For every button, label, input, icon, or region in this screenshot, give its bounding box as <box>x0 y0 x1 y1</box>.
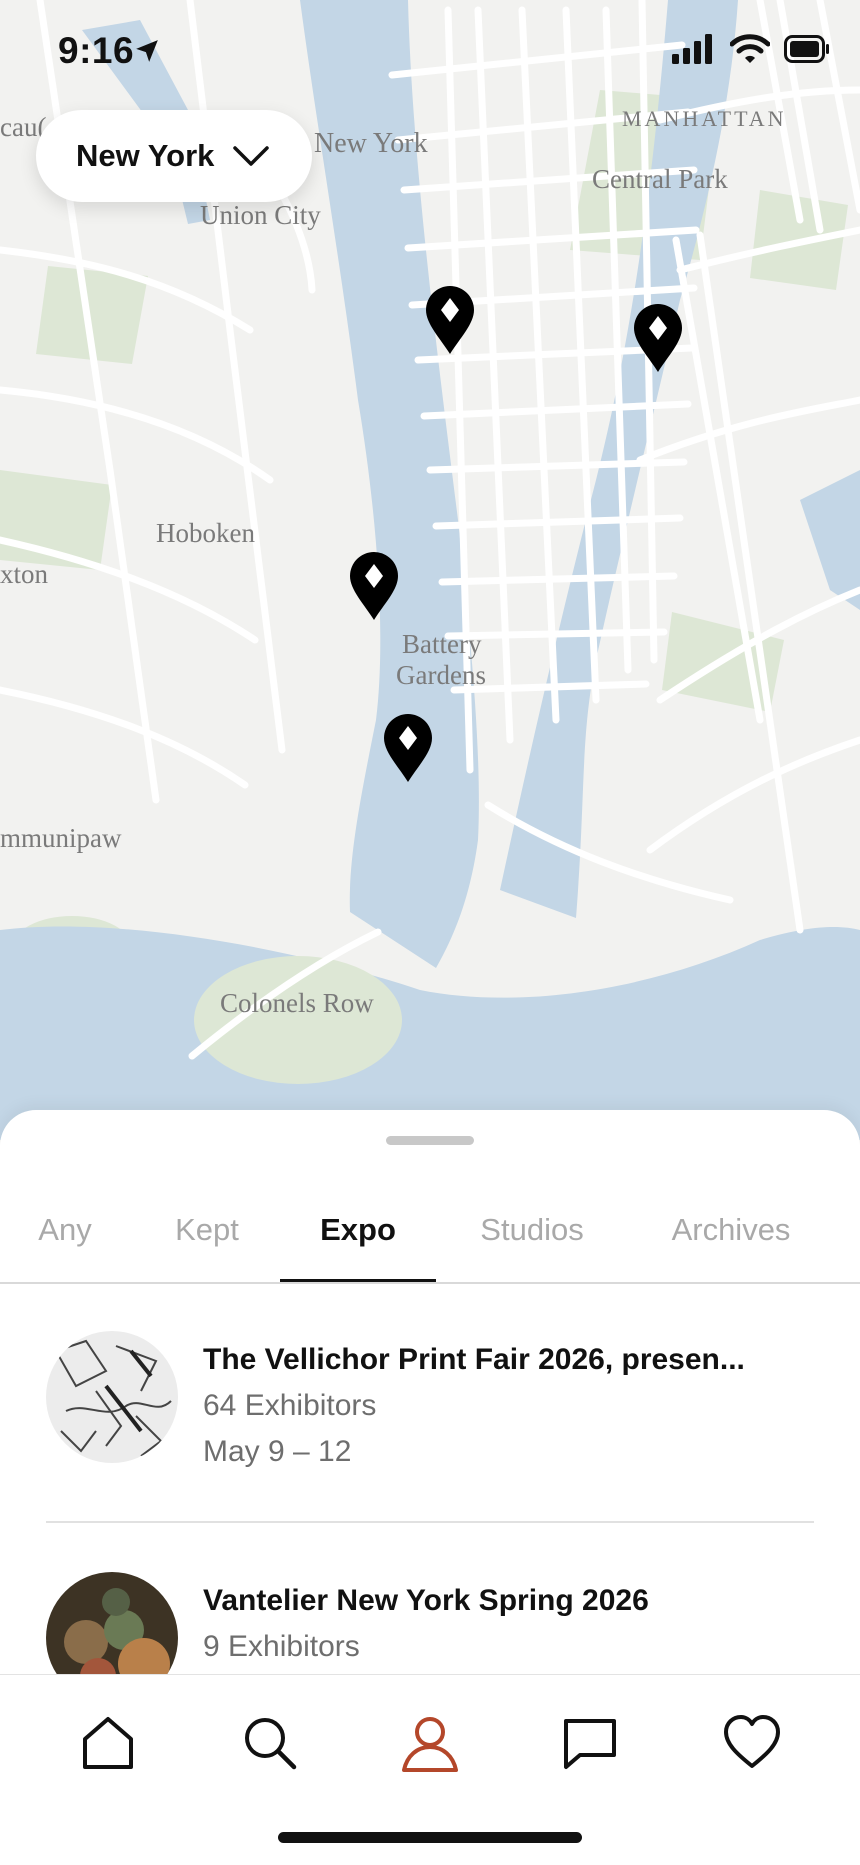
map-label-central-park: Central Park <box>592 164 728 194</box>
tab-any[interactable]: Any <box>36 1180 94 1280</box>
profile-icon <box>402 1717 458 1772</box>
list-divider <box>46 1521 814 1523</box>
tab-expo[interactable]: Expo <box>280 1180 436 1282</box>
nav-home[interactable] <box>68 1703 148 1783</box>
map-label-manhattan: MANHATTAN <box>622 106 787 131</box>
home-icon <box>83 1717 133 1769</box>
home-indicator <box>278 1832 582 1843</box>
city-selector[interactable]: New York <box>36 110 312 202</box>
wifi-icon <box>730 34 770 63</box>
list-item[interactable]: The Vellichor Print Fair 2026, presen...… <box>46 1331 836 1471</box>
status-icons <box>672 34 830 64</box>
listing-title: The Vellichor Print Fair 2026, presen... <box>203 1343 745 1376</box>
search-icon <box>245 1718 297 1770</box>
listing-exhibitors: 64 Exhibitors <box>203 1389 377 1422</box>
status-bar: 9:16 <box>0 0 860 104</box>
listing-dates: May 9 – 12 <box>203 1435 352 1468</box>
battery-icon <box>784 35 829 63</box>
map-label-battery: Battery <box>402 629 482 659</box>
nav-search[interactable] <box>230 1703 310 1783</box>
nav-profile[interactable] <box>390 1703 470 1783</box>
map-label-colonels-row: Colonels Row <box>220 988 374 1018</box>
nav-favorites[interactable] <box>712 1703 792 1783</box>
chevron-down-icon <box>233 146 270 166</box>
sheet-drag-handle[interactable] <box>386 1136 474 1145</box>
map-label-gardens: Gardens <box>396 660 486 690</box>
nav-messages[interactable] <box>550 1703 630 1783</box>
heart-icon <box>724 1715 780 1768</box>
listing-exhibitors: 9 Exhibitors <box>203 1630 360 1663</box>
location-arrow-icon <box>136 40 158 62</box>
map-label-munipaw: mmunipaw <box>0 823 122 853</box>
city-selector-label: New York <box>76 138 215 173</box>
map-label-new-york: New York <box>314 128 428 159</box>
listing-title: Vantelier New York Spring 2026 <box>203 1584 649 1617</box>
listing-thumbnail <box>46 1331 178 1463</box>
tab-studios[interactable]: Studios <box>474 1180 590 1280</box>
map-label-union-city: Union City <box>200 200 321 230</box>
tab-archives[interactable]: Archives <box>666 1180 796 1280</box>
category-tabs: Any Kept Expo Studios Archives <box>0 1180 860 1284</box>
map-label-paxton: xton <box>0 559 49 589</box>
messages-icon <box>564 1719 616 1769</box>
status-time: 9:16 <box>58 30 135 71</box>
cellular-signal-icon <box>672 34 712 64</box>
tab-kept[interactable]: Kept <box>170 1180 244 1280</box>
map-label-hoboken: Hoboken <box>156 518 255 548</box>
